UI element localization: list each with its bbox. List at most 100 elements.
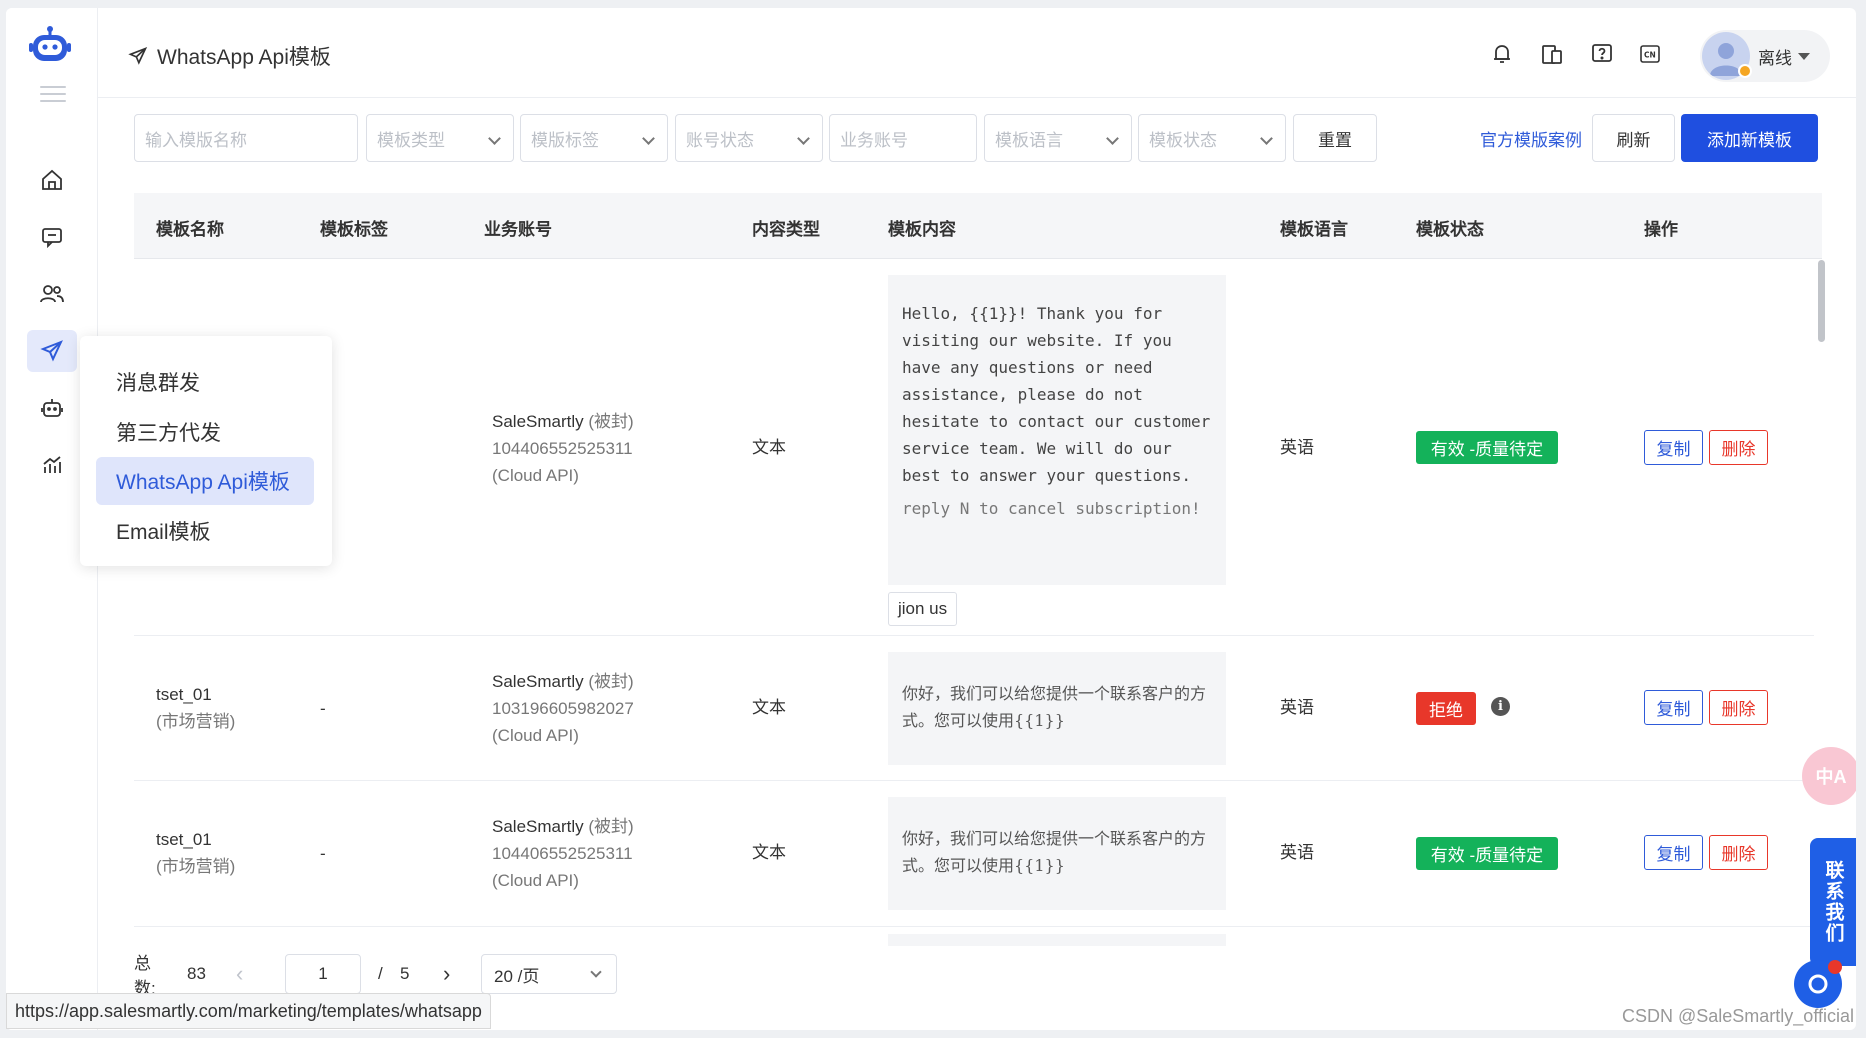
table-row: tset_01 (市场营销) - SaleSmartly (被封) 103196… bbox=[134, 636, 1814, 781]
browser-status-url: https://app.salesmartly.com/marketing/te… bbox=[6, 993, 491, 1029]
template-content: Hello, {{1}}! Thank you for visiting our… bbox=[888, 275, 1226, 585]
language-cn-icon[interactable]: CN bbox=[1634, 38, 1666, 70]
top-bar: WhatsApp Api模板 CN 离线 bbox=[98, 8, 1856, 98]
content-body: 你好，我们可以给您提供一个联系客户的方式。您可以使用{{1}} bbox=[902, 829, 1207, 875]
submenu-item-whatsapp-templates[interactable]: WhatsApp Api模板 bbox=[96, 457, 314, 505]
page-input[interactable]: 1 bbox=[285, 954, 361, 994]
template-name-text: tset_01 bbox=[156, 685, 212, 704]
menu-toggle-icon[interactable] bbox=[40, 86, 66, 102]
chevron-down-icon bbox=[590, 966, 602, 978]
refresh-button[interactable]: 刷新 bbox=[1592, 114, 1675, 162]
business-account-input[interactable]: 业务账号 bbox=[829, 114, 977, 162]
template-name: tset_01 (市场营销) bbox=[156, 826, 235, 880]
bell-icon[interactable] bbox=[1486, 38, 1518, 70]
column-header: 模板名称 bbox=[156, 220, 224, 239]
translate-icon[interactable]: 中A bbox=[1802, 747, 1856, 805]
help-icon[interactable] bbox=[1586, 38, 1618, 70]
svg-text:CN: CN bbox=[1644, 51, 1656, 60]
table-row: - SaleSmartly (被封) 104406552525311 (Clou… bbox=[134, 260, 1814, 636]
delete-button[interactable]: 删除 bbox=[1709, 835, 1768, 870]
account-id: 103196605982027 bbox=[492, 699, 634, 718]
account-api: (Cloud API) bbox=[492, 726, 579, 745]
user-menu[interactable]: 离线 bbox=[1700, 30, 1830, 82]
total-count: 83 bbox=[187, 964, 206, 983]
template-category: (市场营销) bbox=[156, 857, 236, 876]
info-icon[interactable]: i bbox=[1491, 697, 1510, 716]
account-api: (Cloud API) bbox=[492, 466, 579, 485]
nav-contacts[interactable] bbox=[6, 272, 98, 316]
template-button-preview: jion us bbox=[888, 592, 958, 626]
devices-icon[interactable] bbox=[1536, 38, 1568, 70]
submenu-item-broadcast[interactable]: 消息群发 bbox=[96, 358, 314, 406]
analytics-icon bbox=[27, 444, 77, 486]
business-account: SaleSmartly (被封) 103196605982027 (Cloud … bbox=[492, 668, 634, 749]
submenu-item-email-templates[interactable]: Email模板 bbox=[96, 507, 314, 555]
add-template-button[interactable]: 添加新模板 bbox=[1681, 114, 1818, 162]
page-title: WhatsApp Api模板 bbox=[128, 41, 331, 71]
bot-icon bbox=[27, 387, 77, 429]
content-type: 文本 bbox=[752, 438, 786, 457]
chevron-down-icon bbox=[1260, 132, 1273, 145]
chat-widget-icon[interactable] bbox=[1794, 960, 1842, 1008]
account-id: 104406552525311 bbox=[492, 844, 633, 863]
robot-logo-icon[interactable] bbox=[28, 26, 72, 68]
nav-home[interactable] bbox=[6, 158, 98, 202]
prev-page-icon[interactable]: ‹ bbox=[236, 954, 243, 994]
column-header: 模板语言 bbox=[1280, 220, 1348, 239]
chat-icon bbox=[27, 216, 77, 258]
template-language: 英语 bbox=[1280, 843, 1314, 862]
template-tag-select[interactable]: 模版标签 bbox=[520, 114, 668, 162]
template-name-text: tset_01 bbox=[156, 830, 212, 849]
send-icon bbox=[128, 46, 148, 65]
table-row: tset_01 (市场营销) - SaleSmartly (被封) 104406… bbox=[134, 781, 1814, 927]
official-examples-link[interactable]: 官方模版案例 bbox=[1456, 114, 1606, 162]
delete-button[interactable]: 删除 bbox=[1709, 690, 1768, 725]
template-language: 英语 bbox=[1280, 698, 1314, 717]
home-icon bbox=[27, 159, 77, 201]
template-status-select[interactable]: 模板状态 bbox=[1138, 114, 1286, 162]
page-size-select[interactable]: 20 /页 bbox=[481, 954, 617, 994]
delete-button[interactable]: 删除 bbox=[1709, 430, 1768, 465]
marketing-submenu: 消息群发 第三方代发 WhatsApp Api模板 Email模板 bbox=[80, 336, 332, 566]
account-id: 104406552525311 bbox=[492, 439, 633, 458]
total-pages: 5 bbox=[400, 964, 410, 983]
notification-dot bbox=[1828, 960, 1842, 974]
user-status-label: 离线 bbox=[1758, 48, 1792, 68]
watermark: CSDN @SaleSmartly_official bbox=[1621, 1006, 1854, 1026]
template-tag: - bbox=[320, 844, 326, 863]
chevron-down-icon bbox=[488, 132, 501, 145]
template-category: (市场营销) bbox=[156, 712, 236, 731]
table-header: 模板名称 模板标签 业务账号 内容类型 模板内容 模板语言 模板状态 操作 bbox=[134, 193, 1822, 259]
submenu-item-third-party[interactable]: 第三方代发 bbox=[96, 408, 314, 456]
contacts-icon bbox=[27, 273, 77, 315]
account-status-select[interactable]: 账号状态 bbox=[675, 114, 823, 162]
app-window: WhatsApp Api模板 CN 离线 输入模版名称 模板类型 模版标签 账号… bbox=[6, 8, 1856, 1030]
account-api: (Cloud API) bbox=[492, 871, 579, 890]
status-badge: 有效 -质量待定 bbox=[1416, 837, 1558, 870]
copy-button[interactable]: 复制 bbox=[1644, 430, 1703, 465]
reset-button[interactable]: 重置 bbox=[1293, 114, 1377, 162]
template-content: 你好，我们可以给您提供一个联系客户的方式。您可以使用{{1}} bbox=[888, 652, 1226, 765]
template-name-input[interactable]: 输入模版名称 bbox=[134, 114, 358, 162]
business-account: SaleSmartly (被封) 104406552525311 (Cloud … bbox=[492, 408, 634, 489]
copy-button[interactable]: 复制 bbox=[1644, 835, 1703, 870]
copy-button[interactable]: 复制 bbox=[1644, 690, 1703, 725]
content-body: Hello, {{1}}! Thank you for visiting our… bbox=[902, 304, 1211, 485]
column-header: 模板内容 bbox=[888, 220, 956, 239]
content-body: 你好，我们可以给您提供一个联系客户的方式。您可以使用{{1}} bbox=[902, 684, 1207, 730]
template-type-select[interactable]: 模板类型 bbox=[366, 114, 514, 162]
next-row-preview bbox=[888, 934, 1226, 946]
account-flag: (被封) bbox=[588, 412, 634, 431]
column-header: 模板标签 bbox=[320, 220, 388, 239]
nav-chat[interactable] bbox=[6, 215, 98, 259]
next-page-icon[interactable]: › bbox=[443, 954, 450, 994]
template-language-select[interactable]: 模板语言 bbox=[984, 114, 1132, 162]
page-size-value: 20 /页 bbox=[494, 966, 540, 986]
table-scrollbar[interactable] bbox=[1818, 260, 1825, 342]
chevron-down-icon bbox=[797, 132, 810, 145]
template-tag: - bbox=[320, 699, 326, 718]
column-header: 业务账号 bbox=[484, 220, 552, 239]
column-header: 内容类型 bbox=[752, 220, 820, 239]
account-name: SaleSmartly bbox=[492, 817, 584, 836]
contact-us-button[interactable]: 联系我们 bbox=[1810, 838, 1856, 966]
